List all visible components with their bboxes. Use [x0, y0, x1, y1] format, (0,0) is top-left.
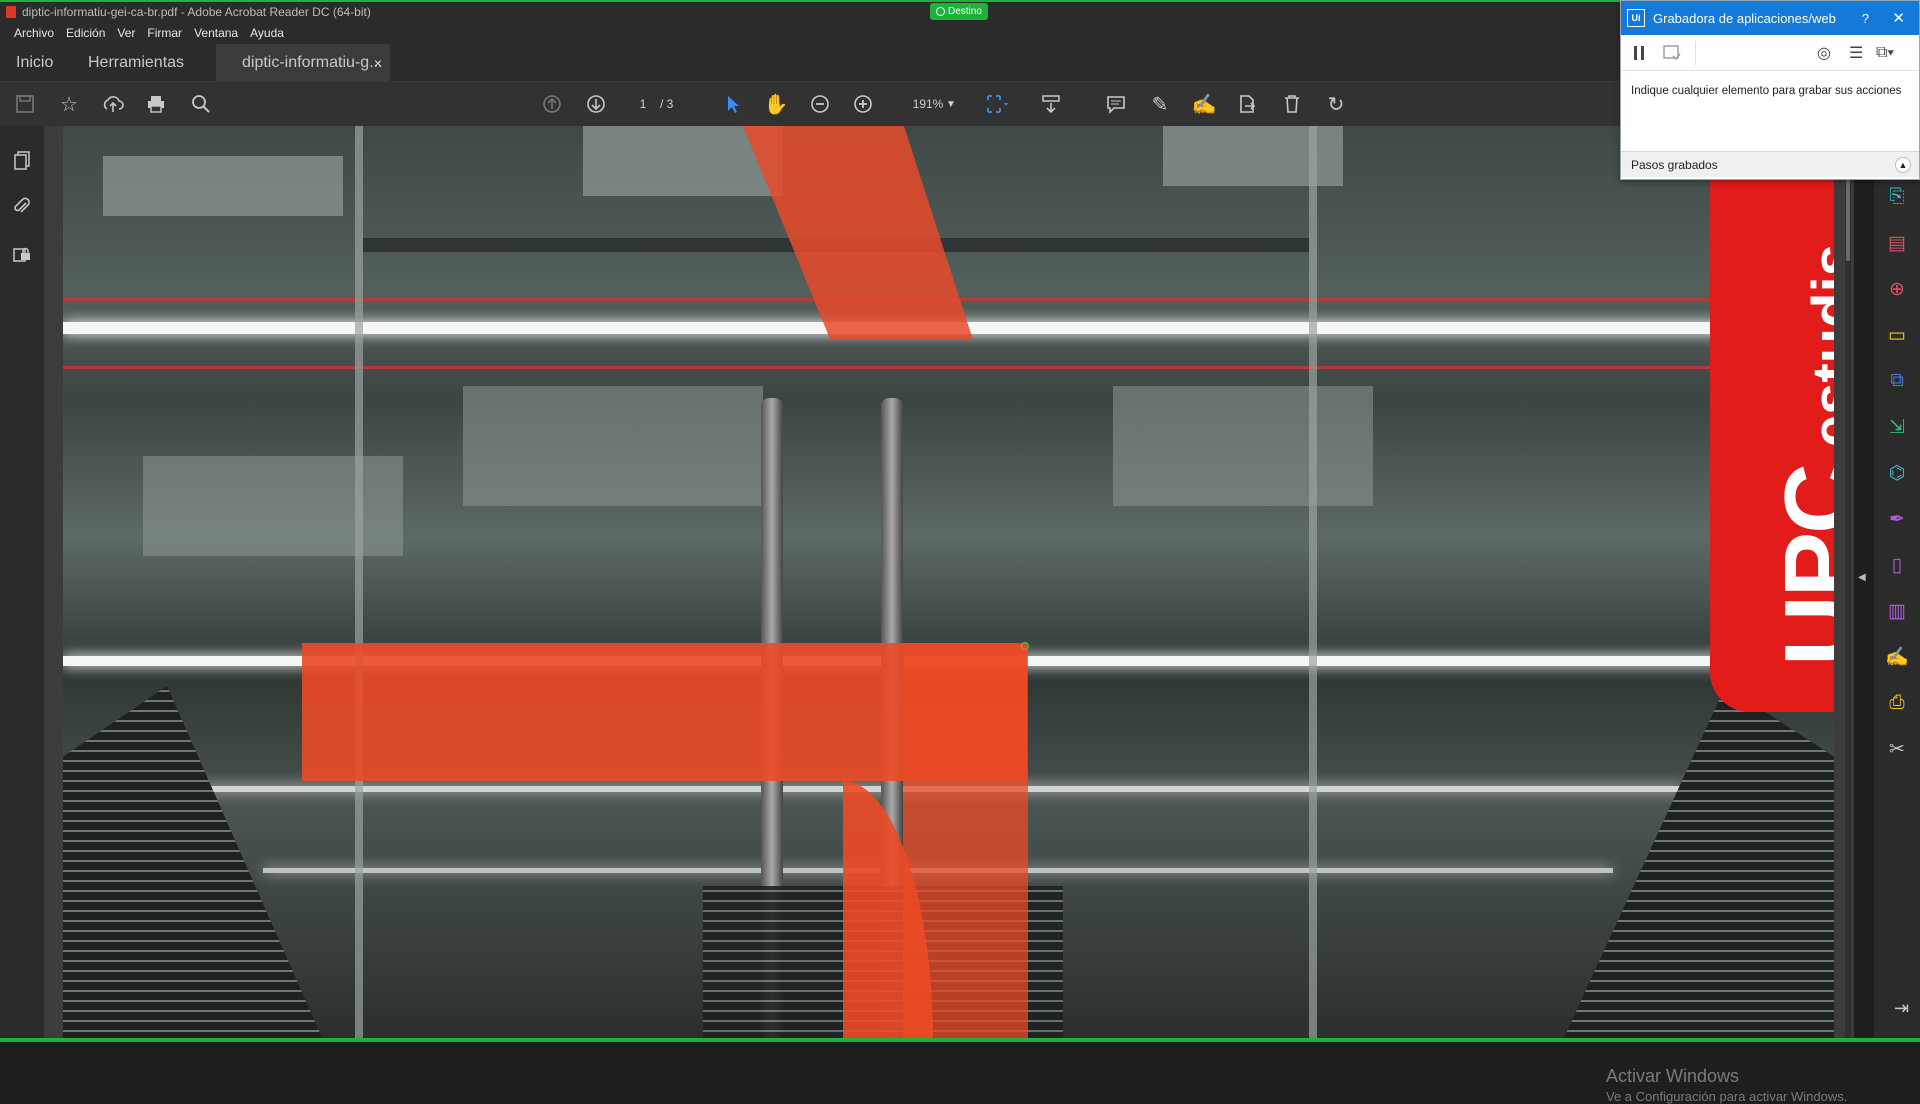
estudis-label: estudis — [1801, 244, 1834, 448]
recorded-steps-header[interactable]: Pasos grabados ▲ — [1621, 151, 1919, 177]
server-rack-left — [63, 686, 323, 1040]
current-page-input[interactable]: 1 — [628, 92, 658, 116]
glass-door-frame — [355, 126, 363, 1040]
app-web-recorder-window: Ui Grabadora de aplicaciones/web ? ✕ ◎ ☰… — [1620, 0, 1920, 180]
hand-tool-icon[interactable]: ✋ — [763, 91, 789, 117]
help-button[interactable]: ? — [1862, 11, 1869, 26]
menu-ventana[interactable]: Ventana — [188, 26, 244, 40]
uipath-logo-icon: Ui — [1627, 9, 1645, 27]
tab-tools[interactable]: Herramientas — [88, 44, 184, 82]
ceiling-panel — [143, 456, 403, 556]
scroll-mode-icon[interactable] — [1038, 91, 1064, 117]
steps-list-icon[interactable]: ☰ — [1849, 43, 1863, 63]
upc-graphic-arc — [743, 126, 973, 340]
upc-vertical-logo: UPC estudis — [1763, 244, 1834, 666]
send-for-comments-icon[interactable]: ⎙ — [1884, 690, 1910, 716]
share-file-icon[interactable] — [1234, 91, 1260, 117]
windows-activation-watermark: Activar Windows Ve a Configuración para … — [1606, 1066, 1847, 1104]
export-pdf-icon[interactable]: ⎘ — [1884, 184, 1910, 210]
request-signature-icon[interactable]: ✍ — [1884, 644, 1910, 670]
tab-home[interactable]: Inicio — [16, 44, 53, 82]
glass-door-frame — [1309, 126, 1317, 1040]
ceiling-panel — [1113, 386, 1373, 506]
recorder-toolbar: ◎ ☰ ⧉▾ — [1621, 35, 1919, 71]
pdf-app-icon — [6, 6, 16, 18]
page-thumbnails-icon[interactable] — [10, 148, 34, 172]
ceiling-red-rail — [63, 366, 1834, 369]
collapse-right-panel-icon[interactable]: ◀ — [1858, 572, 1866, 583]
close-tab-icon[interactable]: × — [374, 55, 382, 71]
right-tools-panel: ⎘ ▤ ⊕ ▭ ⧉ ⇲ ⌬ ✒ ▯ ▥ ✍ ⎙ ✂ — [1874, 126, 1920, 1040]
document-viewport[interactable]: UPC estudis Activar Windows Ve a Configur… — [44, 126, 1854, 1104]
combine-files-icon[interactable]: ⧉ — [1884, 368, 1910, 394]
organize-pages-icon[interactable]: ▤ — [1884, 230, 1910, 256]
recorder-target-icon — [1021, 642, 1029, 650]
server-rack-right — [1563, 686, 1834, 1040]
destination-badge[interactable]: Destino — [930, 3, 988, 20]
left-navigation-panel — [0, 126, 44, 1040]
watermark-subtitle: Ve a Configuración para activar Windows. — [1606, 1089, 1848, 1104]
create-pdf-icon[interactable]: ⊕ — [1884, 276, 1910, 302]
recording-options-icon[interactable]: ⧉▾ — [1876, 43, 1894, 63]
pdf-page: UPC estudis — [63, 126, 1834, 1040]
recording-border-bottom — [0, 1038, 1920, 1042]
vertical-scrollbar[interactable] — [1845, 126, 1851, 1040]
pause-icon[interactable] — [1633, 43, 1645, 63]
more-tools-icon[interactable]: ✂ — [1884, 736, 1910, 762]
menu-ayuda[interactable]: Ayuda — [244, 26, 290, 40]
zoom-in-icon[interactable] — [850, 91, 876, 117]
page-total-label: / 3 — [660, 97, 674, 111]
previous-page-icon[interactable] — [539, 91, 565, 117]
bookmark-star-icon[interactable]: ☆ — [56, 91, 82, 117]
destination-label: Destino — [948, 6, 982, 17]
edit-pdf-icon[interactable]: ▯ — [1884, 552, 1910, 578]
highlight-pen-icon[interactable]: ✎ — [1147, 91, 1173, 117]
compress-pdf-icon[interactable]: ⇲ — [1884, 414, 1910, 440]
search-icon[interactable] — [188, 91, 214, 117]
watermark-title: Activar Windows — [1606, 1066, 1740, 1086]
recorded-steps-label: Pasos grabados — [1631, 157, 1718, 172]
delete-icon[interactable] — [1279, 91, 1305, 117]
recorder-title: Grabadora de aplicaciones/web — [1653, 10, 1836, 26]
ceiling-panel — [463, 386, 763, 506]
close-recorder-button[interactable]: ✕ — [1892, 9, 1905, 27]
rotate-icon[interactable]: ↻ — [1323, 91, 1349, 117]
toolbar-separator — [1695, 41, 1696, 65]
zoom-out-icon[interactable] — [807, 91, 833, 117]
attachment-icon[interactable] — [10, 194, 34, 218]
document-security-icon[interactable] — [10, 241, 34, 265]
comment-icon[interactable] — [1103, 91, 1129, 117]
expand-panel-icon[interactable]: ⇥ — [1894, 998, 1909, 1019]
tab-document[interactable]: diptic-informatiu-g... × — [216, 44, 390, 82]
save-recording-icon[interactable] — [1663, 43, 1681, 63]
fit-page-icon[interactable] — [985, 91, 1011, 117]
menu-ver[interactable]: Ver — [111, 26, 141, 40]
sign-icon[interactable]: ✍ — [1191, 91, 1217, 117]
menu-firmar[interactable]: Firmar — [141, 26, 188, 40]
chevron-up-icon[interactable]: ▲ — [1895, 156, 1911, 173]
print-icon[interactable] — [143, 91, 169, 117]
tab-document-label: diptic-informatiu-g... — [242, 54, 383, 71]
comment-tool-icon[interactable]: ▭ — [1884, 322, 1910, 348]
target-icon — [936, 7, 945, 16]
cloud-upload-icon[interactable] — [100, 91, 126, 117]
protect-pdf-icon[interactable]: ▥ — [1884, 598, 1910, 624]
ceiling-panel — [103, 156, 343, 216]
menu-archivo[interactable]: Archivo — [8, 26, 60, 40]
menu-edicion[interactable]: Edición — [60, 26, 111, 40]
upc-label: UPC — [1764, 465, 1834, 666]
save-icon[interactable] — [12, 91, 38, 117]
target-settings-icon[interactable]: ◎ — [1817, 43, 1831, 63]
fill-sign-icon[interactable]: ✒ — [1884, 506, 1910, 532]
select-cursor-icon[interactable] — [720, 91, 746, 117]
scan-ocr-icon[interactable]: ⌬ — [1884, 460, 1910, 486]
window-title: diptic-informatiu-gei-ca-br.pdf - Adobe … — [22, 5, 371, 19]
recorder-titlebar: Ui Grabadora de aplicaciones/web ? ✕ — [1621, 1, 1919, 35]
zoom-dropdown-icon[interactable]: ▼ — [946, 92, 956, 116]
recorder-instruction: Indique cualquier elemento para grabar s… — [1631, 85, 1902, 97]
next-page-icon[interactable] — [583, 91, 609, 117]
